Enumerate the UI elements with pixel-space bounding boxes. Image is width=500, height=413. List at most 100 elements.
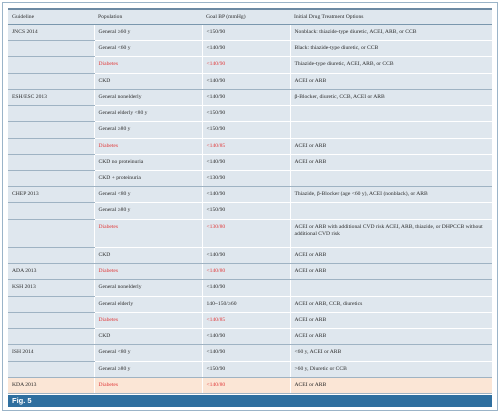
table-row: General ≥80 y <150/90 [8,202,492,220]
population-cell: General nonelderly [93,89,202,107]
guideline-cell [8,138,94,155]
population-cell: General elderly [93,296,202,313]
guideline-cell [8,202,94,220]
table-row: KSH 2013 General nonelderly <140/90 [8,279,492,297]
drug-options-cell: ACEI or ARB, CCB, diuretics [289,296,492,313]
goal-bp-cell: 140~150/≥60 [201,296,290,313]
guideline-cell [8,219,94,249]
drug-options-cell: >60 y, Diuretic or CCB [289,361,492,378]
goal-bp-cell: <140/90 [201,247,290,265]
population-cell: CKD [93,73,202,90]
header-goal-bp: Goal BP (mmHg) [202,10,290,25]
population-cell: General ≥80 y [93,361,202,378]
population-cell: Diabetes [93,219,202,249]
table-row: CKD <140/90 ACEI or ARB [8,328,492,346]
table-row: General elderly 140~150/≥60 ACEI or ARB, C… [8,296,492,313]
table-row: Diabetes <130/80 ACEI or ARB with addition… [8,219,492,249]
goal-bp-cell: <150/90 [201,105,290,123]
header-guideline: Guideline [8,10,94,25]
drug-options-cell: ACEI or ARB [289,138,492,155]
header-population: Population [94,10,202,25]
population-cell: General ≥80 y [93,202,202,220]
population-cell: General nonelderly [93,279,202,297]
goal-bp-cell: <140/90 [201,154,290,171]
table-row: General ≥80 y <150/90 >60 y, Diuretic or C… [8,361,492,378]
population-cell: CKD + proteinuria [93,170,202,188]
population-cell: General ≥80 y [93,121,202,139]
population-cell: Diabetes [93,263,202,281]
table-row: CHEP 2013 General <80 y <140/90 Thiazide, β… [8,186,492,204]
goal-bp-cell: <140/90 [201,328,290,346]
goal-bp-cell: <140/80 [201,377,290,395]
drug-options-cell [289,170,492,188]
drug-options-cell [289,202,492,220]
goal-bp-cell: <140/85 [201,138,290,155]
goal-bp-cell: <140/85 [201,312,290,330]
table-row: CKD + proteinuria <130/90 [8,170,492,188]
drug-options-cell: Thiazide, β-Blocker (age <60 y), ACEI (n… [289,186,492,204]
drug-options-cell: ACEI or ARB [289,247,492,265]
guideline-cell: ISH 2014 [8,344,94,362]
population-cell: Diabetes [93,138,202,155]
table-row: General <60 y <140/90 Black: thiazide-type… [8,40,492,58]
population-cell: Diabetes [93,56,202,74]
goal-bp-cell: <140/90 [201,40,290,58]
figure-frame: Guideline Population Goal BP (mmHg) Init… [2,2,498,411]
table-row: General ≥80 y <150/90 [8,121,492,139]
drug-options-cell: ACEI or ARB [289,377,492,395]
guideline-cell [8,170,94,188]
guideline-table: Guideline Population Goal BP (mmHg) Init… [8,10,492,395]
table-row: CKD <140/90 ACEI or ARB [8,247,492,265]
population-cell: CKD [93,247,202,265]
guideline-cell: KDA 2013 [8,377,94,395]
guideline-cell [8,296,94,313]
guideline-table-panel: Guideline Population Goal BP (mmHg) Init… [8,8,492,395]
table-row: KDA 2013 Diabetes <140/80 ACEI or ARB [8,377,492,395]
guideline-cell [8,361,94,378]
guideline-cell: ADA 2013 [8,263,94,281]
drug-options-cell: Black: thiazide-type diuretic, or CCB [289,40,492,58]
guideline-cell: CHEP 2013 [8,186,94,204]
drug-options-cell: ACEI or ARB [289,328,492,346]
table-row: General elderly <80 y <150/90 [8,105,492,123]
guideline-cell: JNCS 2014 [8,24,94,42]
drug-options-cell [289,121,492,139]
drug-options-cell: Nonblack: thiazide-type diuretic, ACEI, … [289,24,492,42]
drug-options-cell: ACEI or ARB [289,312,492,330]
table-row: Diabetes <140/90 Thiazide-type diuretic, A… [8,56,492,74]
drug-options-cell [289,105,492,123]
table-row: JNCS 2014 General ≥60 y <150/90 Nonblack: t… [8,24,492,42]
goal-bp-cell: <140/90 [201,73,290,90]
goal-bp-cell: <150/90 [201,202,290,220]
table-row: CKD no proteinuria <140/90 ACEI or ARB [8,154,492,171]
goal-bp-cell: <140/80 [201,263,290,281]
guideline-cell [8,247,94,265]
drug-options-cell: β-Blocker, diuretic, CCB, ACEI or ARB [289,89,492,107]
population-cell: General elderly <80 y [93,105,202,123]
table-row: ISH 2014 General <80 y <140/90 <60 y, ACEI … [8,344,492,362]
guideline-cell [8,121,94,139]
table-header-row: Guideline Population Goal BP (mmHg) Init… [8,10,492,25]
table-row: ESH/ESC 2013 General nonelderly <140/90 β-B… [8,89,492,107]
guideline-cell [8,73,94,90]
population-cell: General <60 y [93,40,202,58]
goal-bp-cell: <140/90 [201,89,290,107]
drug-options-cell: Thiazide-type diuretic, ACEI, ARB, or CC… [289,56,492,74]
goal-bp-cell: <150/90 [201,121,290,139]
population-cell: Diabetes [93,377,202,395]
drug-options-cell: ACEI or ARB [289,154,492,171]
guideline-cell [8,154,94,171]
goal-bp-cell: <130/80 [201,219,290,249]
population-cell: General <80 y [93,186,202,204]
drug-options-cell [289,279,492,297]
guideline-cell [8,312,94,330]
population-cell: CKD no proteinuria [93,154,202,171]
population-cell: Diabetes [93,312,202,330]
table-row: ADA 2013 Diabetes <140/80 ACEI or ARB [8,263,492,281]
table-body: JNCS 2014 General ≥60 y <150/90 Nonblack: t… [8,24,492,395]
goal-bp-cell: <140/90 [201,56,290,74]
table-row: Diabetes <140/85 ACEI or ARB [8,138,492,155]
drug-options-cell: ACEI or ARB with additional CVD risk ACE… [289,219,492,249]
guideline-cell [8,105,94,123]
goal-bp-cell: <140/90 [201,344,290,362]
